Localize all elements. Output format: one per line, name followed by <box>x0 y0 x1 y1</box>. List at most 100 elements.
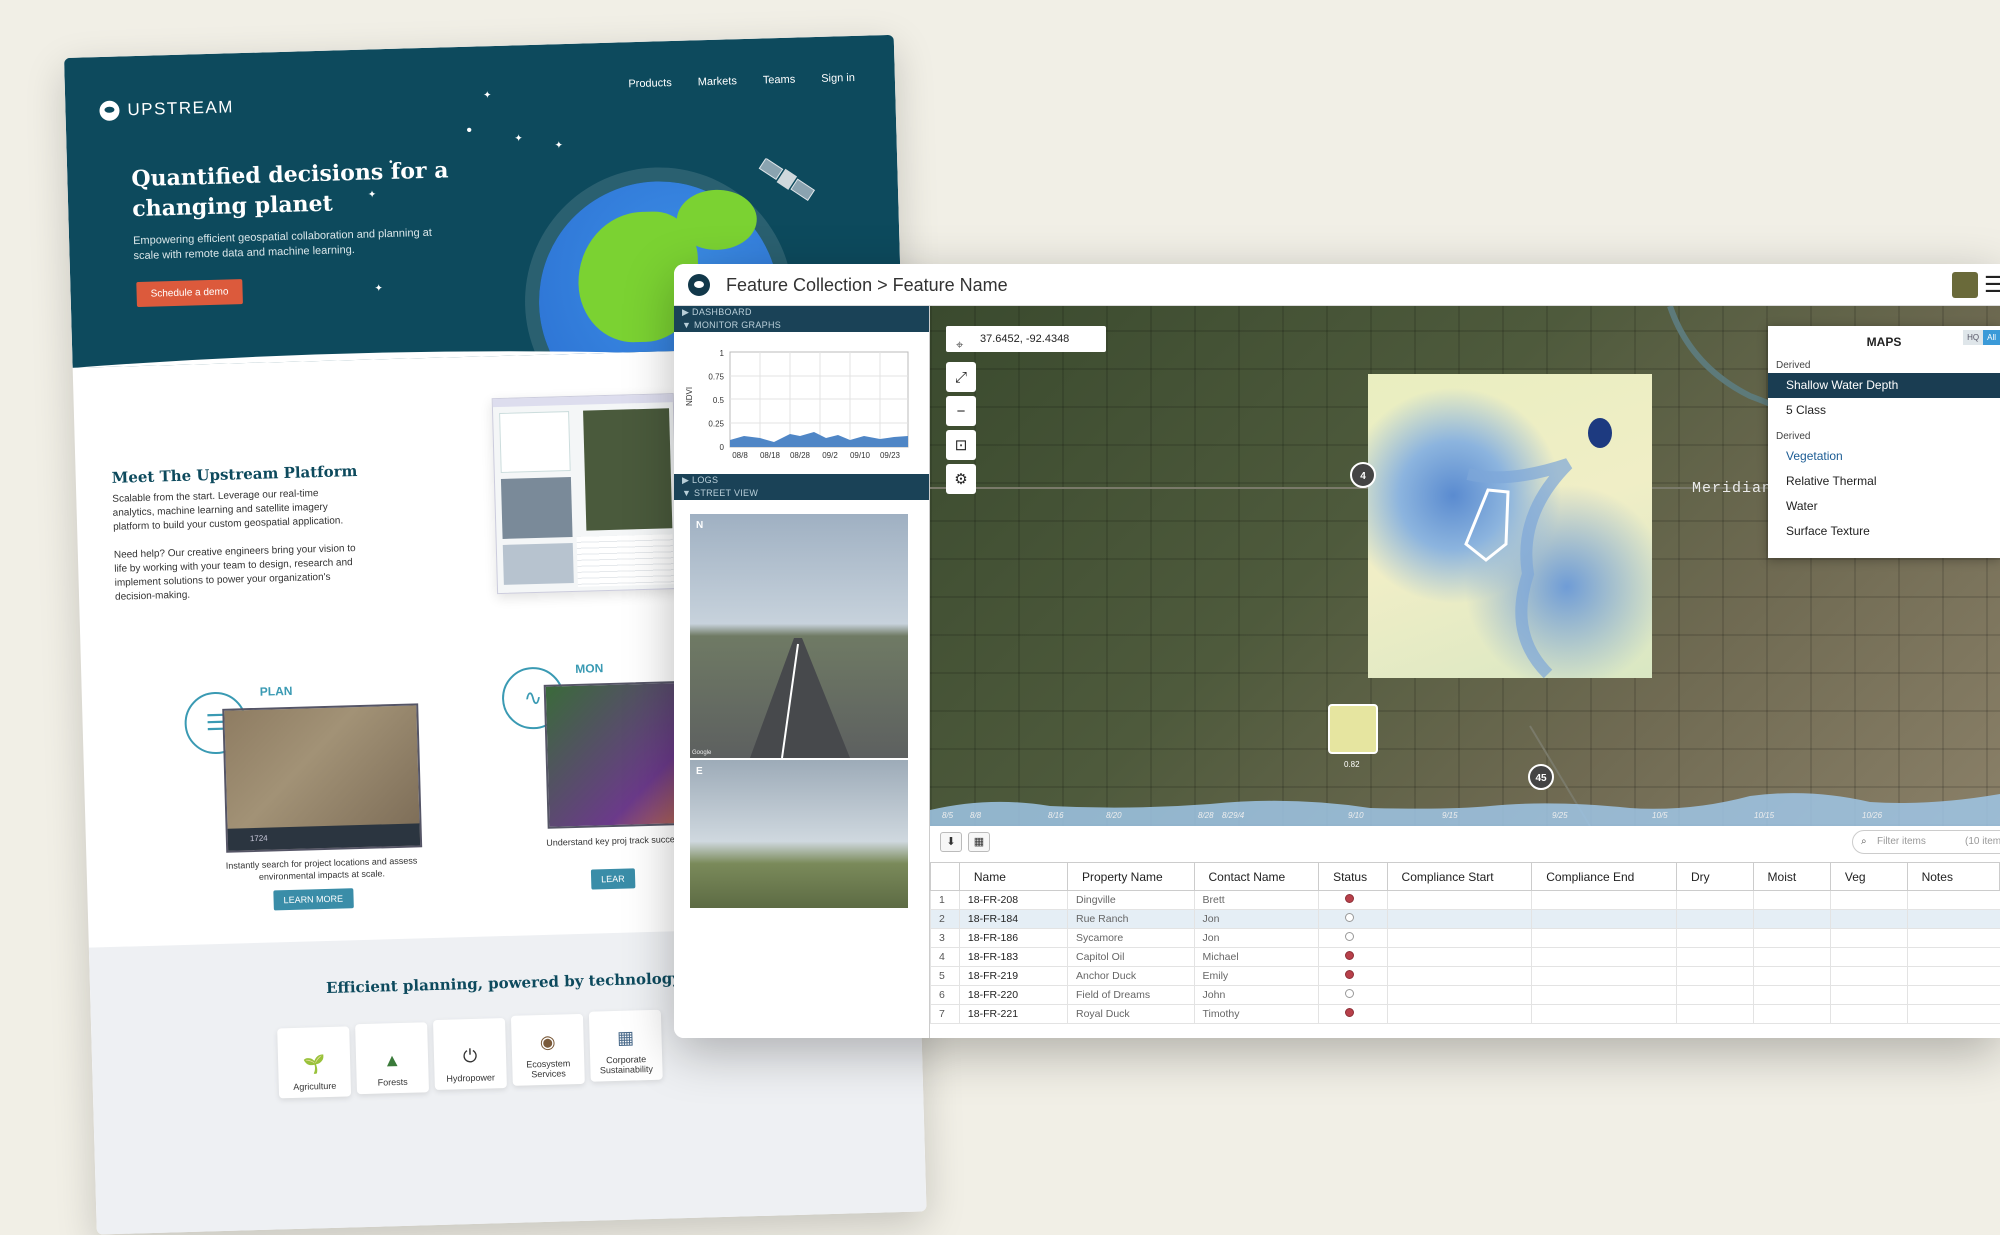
monitor-learn-more-button[interactable]: LEAR <box>590 868 635 890</box>
column-header[interactable]: Name <box>958 862 1068 891</box>
maps-item-shallow-water-depth[interactable]: Shallow Water Depth <box>1768 373 2000 398</box>
column-header[interactable]: Moist <box>1752 862 1831 891</box>
feature-thumbnail[interactable] <box>1328 704 1378 754</box>
table-body: 1 18-FR-208 Dingville Brett 2 18-FR-184 Rue Ra… <box>930 890 2000 1024</box>
cell-property-name: Capitol Oil <box>1066 947 1195 967</box>
cell-empty <box>1531 928 1677 948</box>
category-corporate-sustainability[interactable]: ▦ Corporate Sustainability <box>588 1009 663 1082</box>
maps-item-water[interactable]: Water <box>1768 494 2000 519</box>
column-header[interactable]: Veg <box>1829 862 1908 891</box>
cell-empty <box>1386 909 1532 929</box>
breadcrumb[interactable]: Feature Collection > Feature Name <box>726 275 1008 296</box>
column-header[interactable]: Contact Name <box>1193 862 1320 891</box>
street-view-east[interactable]: E <box>690 760 908 908</box>
table-row[interactable]: 4 18-FR-183 Capitol Oil Michael <box>930 947 2000 967</box>
table-row[interactable]: 2 18-FR-184 Rue Ranch Jon <box>930 909 2000 929</box>
cell-status <box>1318 985 1388 1005</box>
maps-item-relative-thermal[interactable]: Relative Thermal <box>1768 469 2000 494</box>
timeline-label: 8/29/4 <box>1222 811 1245 820</box>
ndvi-area <box>730 432 908 447</box>
nav-sign-in[interactable]: Sign in <box>821 72 855 85</box>
calendar-button[interactable]: ▦ <box>968 832 990 852</box>
hamburger-menu-icon[interactable]: ☰ <box>1984 272 2000 298</box>
cell-contact-name: Jon <box>1193 928 1319 948</box>
category-forests[interactable]: ▲ Forests <box>355 1022 430 1095</box>
maps-item-surface-texture[interactable]: Surface Texture <box>1768 519 2000 544</box>
cell-empty <box>1386 1004 1532 1024</box>
timeline-scrubber[interactable]: 8/5 8/8 8/16 8/20 8/28 8/29/4 9/10 9/15 9/25 10/5… <box>930 766 2000 826</box>
category-agriculture[interactable]: 🌱 Agriculture <box>277 1026 352 1099</box>
upstream-logo[interactable]: UPSTREAM <box>99 97 235 122</box>
filter-input[interactable]: ⌕ Filter items (10 items) <box>1852 830 2000 854</box>
column-header[interactable]: Compliance End <box>1531 862 1677 891</box>
cluster-marker[interactable]: 4 <box>1350 462 1376 488</box>
street-view-north[interactable]: N Google <box>690 514 908 758</box>
satellite-map[interactable]: ⌖ 37.6452, -92.4348 ⤢ − ⊡ ⚙ Meridian 4 0… <box>930 306 2000 826</box>
cell-name: 18-FR-184 <box>958 909 1068 929</box>
grid-lines <box>730 352 908 447</box>
app-window: Feature Collection > Feature Name ☰ ▶ DA… <box>674 264 2000 1038</box>
cell-name: 18-FR-208 <box>958 890 1068 910</box>
map-select-button[interactable]: ⊡ <box>946 430 976 460</box>
pane-header-monitor-graphs[interactable]: ▼ MONITOR GRAPHS <box>674 319 929 332</box>
cell-empty <box>1752 985 1831 1005</box>
cell-contact-name: John <box>1193 985 1319 1005</box>
maps-item-vegetation[interactable]: Vegetation <box>1768 444 2000 469</box>
cell-property-name: Anchor Duck <box>1066 966 1195 986</box>
cell-empty <box>1829 909 1908 929</box>
column-header[interactable]: Notes <box>1906 862 2000 891</box>
timeline-label: 8/16 <box>1048 811 1064 820</box>
cell-empty <box>1531 909 1677 929</box>
maps-toggle: HQ All <box>1963 330 2000 345</box>
star-icon: ● <box>466 124 473 136</box>
cell-empty <box>1906 928 2000 948</box>
table-row[interactable]: 1 18-FR-208 Dingville Brett <box>930 890 2000 910</box>
star-icon: ✦ <box>514 133 523 145</box>
schedule-demo-button[interactable]: Schedule a demo <box>136 279 243 308</box>
nav-products[interactable]: Products <box>628 77 672 90</box>
table-row[interactable]: 5 18-FR-219 Anchor Duck Emily <box>930 966 2000 986</box>
pane-header-logs[interactable]: ▶ LOGS <box>674 474 929 487</box>
category-ecosystem-services[interactable]: ◉ Ecosystem Services <box>510 1013 585 1086</box>
nav-markets[interactable]: Markets <box>698 75 737 88</box>
location-pin-icon: ⌖ <box>956 337 964 352</box>
feature-table: Name Property Name Contact Name Status Compl… <box>930 862 2000 1024</box>
cell-property-name: Dingville <box>1066 890 1195 910</box>
brand-name: UPSTREAM <box>127 97 235 120</box>
column-header[interactable]: Dry <box>1675 862 1754 891</box>
mini-table <box>576 534 674 587</box>
avatar[interactable] <box>1952 272 1978 298</box>
upstream-logo-icon[interactable] <box>688 274 710 296</box>
table-row[interactable]: 6 18-FR-220 Field of Dreams John <box>930 985 2000 1005</box>
nav-teams[interactable]: Teams <box>763 74 796 87</box>
cell-status <box>1318 947 1388 967</box>
table-row[interactable]: 3 18-FR-186 Sycamore Jon <box>930 928 2000 948</box>
place-label: Meridian <box>1692 480 1773 497</box>
row-number: 7 <box>930 1004 960 1024</box>
plan-learn-more-button[interactable]: LEARN MORE <box>273 888 354 911</box>
hq-toggle[interactable]: HQ <box>1963 330 1984 345</box>
cell-status <box>1318 890 1388 910</box>
table-row[interactable]: 7 18-FR-221 Royal Duck Timothy <box>930 1004 2000 1024</box>
pane-header-street-view[interactable]: ▼ STREET VIEW <box>674 487 929 500</box>
platform-title: Meet The Upstream Platform <box>111 461 358 487</box>
all-toggle[interactable]: All <box>1983 330 2000 345</box>
category-hydropower[interactable]: ⏻ Hydropower <box>433 1018 507 1091</box>
maps-item-5-class[interactable]: 5 Class <box>1768 398 2000 423</box>
pane-label: LOGS <box>692 475 719 485</box>
cell-empty <box>1752 909 1831 929</box>
column-header[interactable]: Compliance Start <box>1386 862 1533 891</box>
cell-empty <box>1752 947 1831 967</box>
cell-empty <box>1675 966 1754 986</box>
cell-empty <box>1386 947 1532 967</box>
pane-header-dashboard[interactable]: ▶ DASHBOARD <box>674 306 929 319</box>
column-header[interactable]: Property Name <box>1066 862 1195 891</box>
download-button[interactable]: ⬇ <box>940 832 962 852</box>
fullscreen-button[interactable]: ⤢ <box>946 362 976 392</box>
building-icon: ▦ <box>616 1027 635 1048</box>
row-number: 1 <box>930 890 960 910</box>
y-tick-label: 0.75 <box>708 373 724 382</box>
zoom-out-button[interactable]: − <box>946 396 976 426</box>
column-header[interactable]: Status <box>1318 862 1388 891</box>
settings-button[interactable]: ⚙ <box>946 464 976 494</box>
